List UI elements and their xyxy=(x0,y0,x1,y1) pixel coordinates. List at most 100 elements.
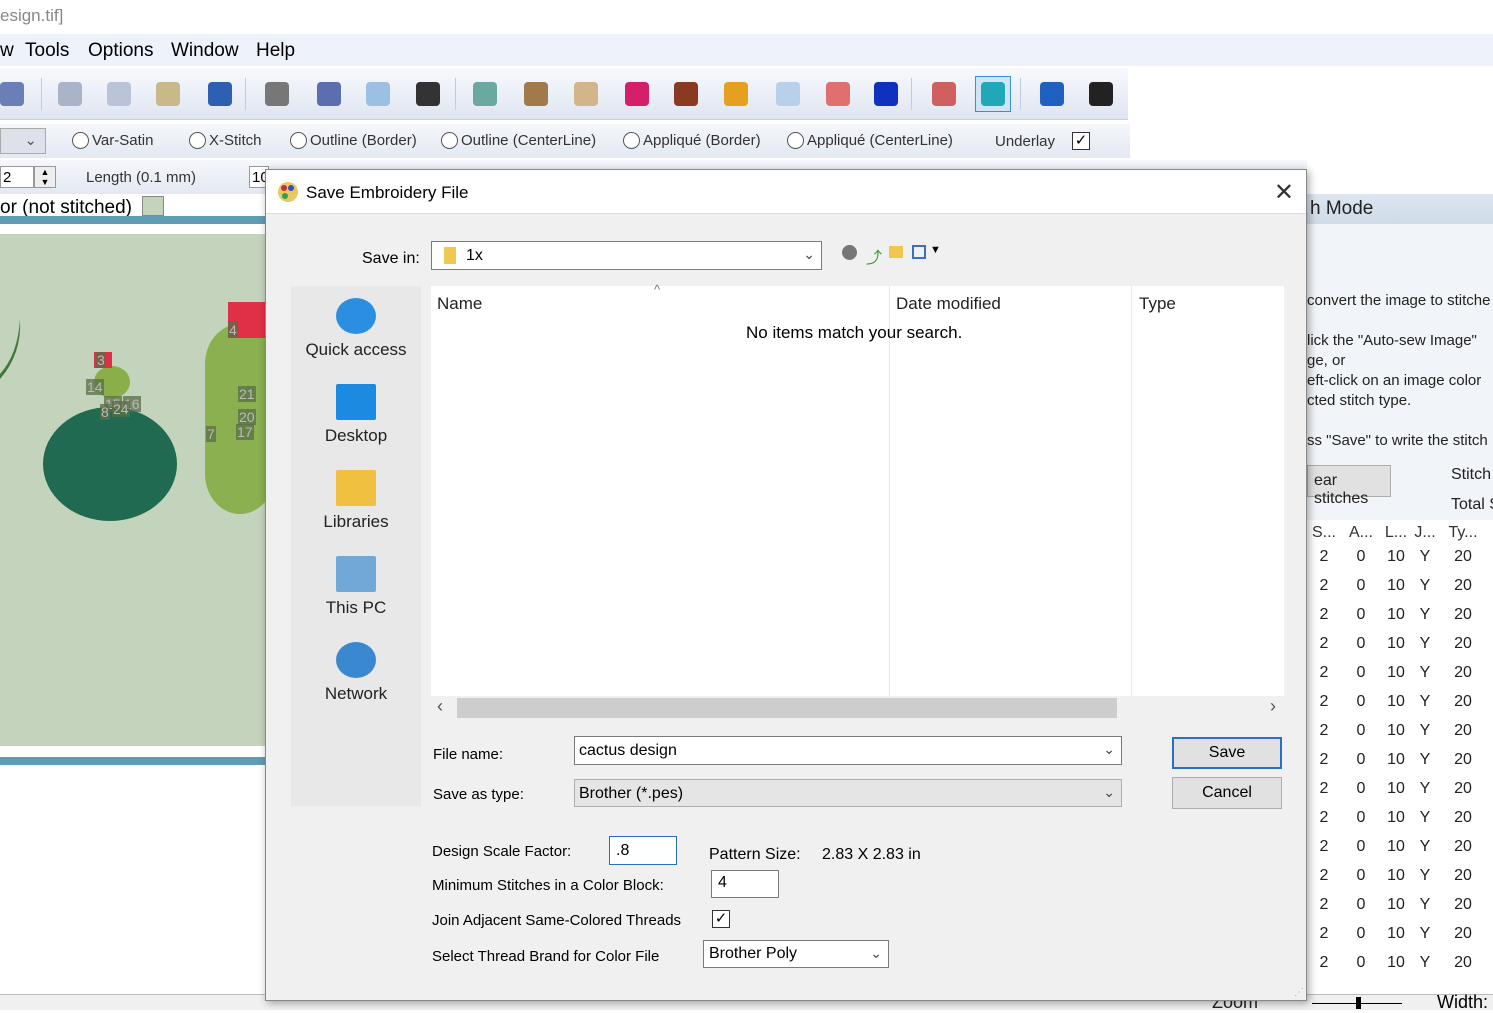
table-cell: 20 xyxy=(1454,635,1472,652)
new-folder-icon[interactable] xyxy=(889,246,903,258)
sew-mode-panel: h Mode convert the image to stitche lick… xyxy=(1307,194,1493,994)
scroll-left-icon[interactable]: ‹ xyxy=(437,696,443,717)
view-menu-icon[interactable] xyxy=(912,245,926,259)
table-row[interactable]: 2 0 10 Y 20 xyxy=(1307,606,1493,635)
color-list-icon[interactable] xyxy=(619,76,655,112)
back-icon[interactable] xyxy=(842,245,857,260)
radio-appliqu-centerline[interactable]: Appliqué (CenterLine) xyxy=(787,132,953,149)
place-desktop[interactable]: Desktop xyxy=(291,384,421,446)
file-name-input[interactable]: cactus design ⌄ xyxy=(574,736,1122,765)
radio-x-stitch[interactable]: X-Stitch xyxy=(189,132,262,149)
magic-wand-icon[interactable] xyxy=(518,76,554,112)
table-row[interactable]: 2 0 10 Y 20 xyxy=(1307,635,1493,664)
table-row[interactable]: 2 0 10 Y 20 xyxy=(1307,751,1493,780)
save-as-type-dropdown[interactable]: Brother (*.pes) ⌄ xyxy=(574,779,1122,807)
menu-window[interactable]: Window xyxy=(171,40,239,62)
clear-stitches-button[interactable]: ear stitches xyxy=(1307,465,1391,507)
scrollbar-thumb[interactable] xyxy=(457,698,1117,718)
fill-icon[interactable] xyxy=(770,76,806,112)
menu-help[interactable]: Help xyxy=(256,40,295,62)
paste-icon[interactable] xyxy=(150,76,186,112)
brush-icon[interactable] xyxy=(668,76,704,112)
copy-icon[interactable] xyxy=(101,76,137,112)
column-header[interactable]: L... xyxy=(1381,524,1411,542)
spin-arrows[interactable]: ▲ ▼ xyxy=(34,166,56,188)
table-row[interactable]: 2 0 10 Y 20 xyxy=(1307,925,1493,954)
app-palette-icon xyxy=(278,182,298,202)
table-row[interactable]: 2 0 10 Y 20 xyxy=(1307,838,1493,867)
underlay-checkbox[interactable]: ✓ xyxy=(1072,132,1090,150)
table-row[interactable]: 2 0 10 Y 20 xyxy=(1307,664,1493,693)
r-icon[interactable] xyxy=(926,76,962,112)
place-libraries[interactable]: Libraries xyxy=(291,470,421,532)
min-stitches-input[interactable]: 4 xyxy=(711,870,779,898)
table-row[interactable]: 2 0 10 Y 20 xyxy=(1307,954,1493,983)
save-button[interactable]: Save xyxy=(1172,737,1282,769)
thread-brand-dropdown[interactable]: Brother Poly ⌄ xyxy=(703,940,889,968)
table-row[interactable]: 2 0 10 Y 20 xyxy=(1307,693,1493,722)
cut-icon[interactable] xyxy=(52,76,88,112)
flip-icon[interactable] xyxy=(311,76,347,112)
column-header[interactable]: A... xyxy=(1346,524,1376,542)
select-region-icon[interactable] xyxy=(360,76,396,112)
table-row[interactable]: 2 0 10 Y 20 xyxy=(1307,896,1493,925)
table-cell: 20 xyxy=(1454,838,1472,855)
file-list[interactable]: Name ^ Date modified Type No items match… xyxy=(431,282,1284,719)
design-canvas[interactable]: 314151682442120177 xyxy=(0,234,265,746)
scroll-right-icon[interactable]: › xyxy=(1270,696,1276,717)
table-row[interactable]: 2 0 10 Y 20 xyxy=(1307,548,1493,577)
join-threads-checkbox[interactable]: ✓ xyxy=(712,910,730,928)
menu-tools[interactable]: Tools xyxy=(25,40,69,62)
menu-view[interactable]: w xyxy=(0,40,14,62)
column-type[interactable]: Type xyxy=(1139,294,1176,314)
place-network[interactable]: Network xyxy=(291,642,421,704)
radio-label: Outline (CenterLine) xyxy=(461,132,597,149)
place-quick-access[interactable]: Quick access xyxy=(291,298,421,360)
radio-var-satin[interactable]: Var-Satin xyxy=(72,132,153,149)
radio-outline-centerline[interactable]: Outline (CenterLine) xyxy=(441,132,596,149)
cut-icon-glyph xyxy=(58,82,82,106)
up-folder-icon[interactable]: ⤴ xyxy=(866,244,882,268)
column-header[interactable]: J... xyxy=(1410,524,1440,542)
radio-appliqu-border[interactable]: Appliqué (Border) xyxy=(623,132,761,149)
radio-outline-border[interactable]: Outline (Border) xyxy=(290,132,417,149)
whats-this-icon[interactable] xyxy=(1083,76,1119,112)
zoom-slider-thumb[interactable] xyxy=(1356,997,1361,1009)
column-date-modified[interactable]: Date modified xyxy=(896,294,1001,314)
portrait-icon[interactable] xyxy=(467,76,503,112)
column-header[interactable]: Ty... xyxy=(1448,524,1478,542)
shapes-icon[interactable] xyxy=(868,76,904,112)
crop-icon[interactable] xyxy=(410,76,446,112)
place-this-pc[interactable]: This PC xyxy=(291,556,421,618)
sew-mode-icon[interactable] xyxy=(975,76,1011,112)
scale-input[interactable]: .8 xyxy=(609,836,677,865)
save-in-dropdown[interactable]: 1x ⌄ xyxy=(431,241,822,270)
chevron-down-icon[interactable]: ⌄ xyxy=(1103,741,1115,758)
spin-input[interactable]: 2 xyxy=(0,166,34,188)
close-icon[interactable]: ✕ xyxy=(1274,178,1294,207)
save-as-icon[interactable] xyxy=(0,76,30,112)
color-list-icon-glyph xyxy=(625,82,649,106)
column-header[interactable]: S... xyxy=(1309,524,1339,542)
column-name[interactable]: Name xyxy=(437,294,482,314)
pencil-icon[interactable] xyxy=(718,76,754,112)
table-cell: Y xyxy=(1419,867,1431,884)
table-row[interactable]: 2 0 10 Y 20 xyxy=(1307,722,1493,751)
table-row[interactable]: 2 0 10 Y 20 xyxy=(1307,577,1493,606)
menu-options[interactable]: Options xyxy=(88,40,153,62)
stitch-dropdown[interactable]: ⌄ xyxy=(0,128,46,154)
table-row[interactable]: 2 0 10 Y 20 xyxy=(1307,867,1493,896)
resize-grip-icon[interactable]: ⋰ xyxy=(1294,987,1304,998)
undo-icon[interactable] xyxy=(202,76,238,112)
eraser-icon[interactable] xyxy=(820,76,856,112)
mirror-icon[interactable] xyxy=(259,76,295,112)
table-cell: 2 xyxy=(1319,606,1329,623)
table-cell: 0 xyxy=(1356,809,1366,826)
palette-icon[interactable] xyxy=(568,76,604,112)
table-row[interactable]: 2 0 10 Y 20 xyxy=(1307,809,1493,838)
help-icon[interactable] xyxy=(1034,76,1070,112)
table-row[interactable]: 2 0 10 Y 20 xyxy=(1307,780,1493,809)
cancel-button[interactable]: Cancel xyxy=(1172,777,1282,809)
caret-down-icon[interactable]: ▼ xyxy=(930,244,941,256)
horizontal-scrollbar[interactable]: ‹ › xyxy=(431,696,1284,719)
